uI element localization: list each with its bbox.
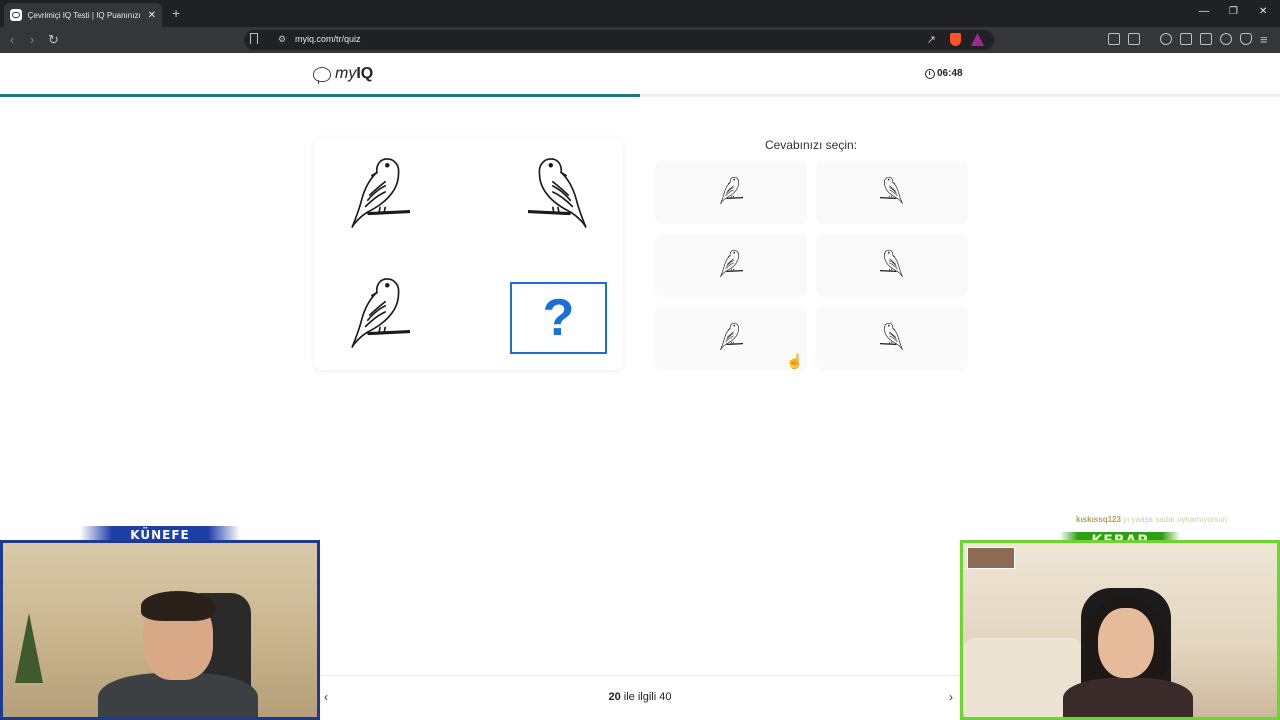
wallet-panel-icon[interactable] <box>1200 33 1212 45</box>
omnibox[interactable]: ⚙ myiq.com/tr/quiz ↗ <box>244 30 994 50</box>
sidebar-icon[interactable] <box>1180 33 1192 45</box>
new-tab-button[interactable]: + <box>172 5 180 21</box>
tab-close-icon[interactable]: ✕ <box>148 10 156 21</box>
browser-tab[interactable]: Çevrimiçi IQ Testi | IQ Puanınızı K ✕ <box>4 3 162 27</box>
answer-option-3[interactable] <box>655 234 807 297</box>
progress-bar <box>0 94 1280 97</box>
bird-facing-left-icon <box>526 155 590 234</box>
mini-webcam-thumbnail <box>967 547 1015 569</box>
next-question-button[interactable]: › <box>949 690 953 704</box>
answer-option-1[interactable] <box>655 161 807 224</box>
answer-option-5[interactable] <box>655 307 807 370</box>
question-pager: ‹ 20 ile ilgili 40 › <box>320 675 960 720</box>
streamer-body <box>1063 678 1193 717</box>
leo-ai-icon[interactable] <box>1220 33 1232 45</box>
streamer-face <box>1098 608 1154 678</box>
right-webcam <box>960 540 1280 720</box>
site-settings-icon[interactable]: ⚙ <box>278 34 286 45</box>
tab-title: Çevrimiçi IQ Testi | IQ Puanınızı K <box>27 10 142 20</box>
matrix-cell-3 <box>334 272 424 357</box>
forward-arrow-icon[interactable]: › <box>30 32 34 47</box>
extensions-icon[interactable] <box>1108 33 1120 45</box>
wallet-icon[interactable] <box>1128 33 1140 45</box>
streamer-hair <box>141 591 215 621</box>
share-icon[interactable]: ↗ <box>927 33 936 46</box>
chat-message: kıskıssq123 yı yaaşa sadaı oynamıyorsun <box>1076 515 1228 524</box>
answer-option-2[interactable] <box>816 161 968 224</box>
brave-shield-icon[interactable] <box>950 33 961 46</box>
progress-fill <box>0 94 640 97</box>
reload-icon[interactable]: ↻ <box>48 32 59 48</box>
bird-facing-right-icon <box>348 275 412 354</box>
answer-option-6[interactable] <box>816 307 968 370</box>
bird-icon <box>879 175 904 210</box>
missing-cell-question-mark: ? <box>510 282 607 354</box>
address-bar-row: ‹ › ↻ ⚙ myiq.com/tr/quiz ↗ ≡ <box>0 27 1280 53</box>
streamer-body <box>98 673 258 717</box>
bird-icon <box>719 175 744 210</box>
bookmark-icon[interactable] <box>250 33 258 44</box>
menu-icon[interactable]: ≡ <box>1260 32 1268 47</box>
question-counter: 20 ile ilgili 40 <box>608 691 672 703</box>
matrix-cell-1 <box>334 152 424 237</box>
myiq-favicon-icon <box>10 9 22 21</box>
url-text[interactable]: myiq.com/tr/quiz <box>295 34 361 44</box>
media-icon[interactable] <box>1160 33 1172 45</box>
back-arrow-icon[interactable]: ‹ <box>10 32 14 47</box>
browser-tab-bar: Çevrimiçi IQ Testi | IQ Puanınızı K ✕ + … <box>0 0 1280 27</box>
timer: 06:48 <box>925 68 963 79</box>
answer-prompt: Cevabınızı seçin: <box>764 138 858 152</box>
myiq-logo[interactable]: myIQ <box>313 65 374 84</box>
matrix-cell-2 <box>514 152 604 237</box>
puzzle-matrix: ? <box>314 137 623 370</box>
bird-icon <box>879 321 904 356</box>
hand-pointer-cursor-icon: ☝ <box>786 353 804 369</box>
stopwatch-icon <box>925 68 935 79</box>
vpn-shield-icon[interactable] <box>1240 33 1252 45</box>
bird-icon <box>879 248 904 283</box>
logo-text: myIQ <box>335 65 374 82</box>
christmas-tree <box>15 613 43 683</box>
bird-facing-right-icon <box>348 155 412 234</box>
brain-cloud-icon <box>313 66 331 84</box>
left-webcam <box>0 540 320 720</box>
timer-value: 06:48 <box>937 68 963 79</box>
close-window-button[interactable]: ✕ <box>1259 6 1267 17</box>
minimize-button[interactable]: — <box>1199 6 1209 17</box>
bird-icon <box>719 321 744 356</box>
answer-option-4[interactable] <box>816 234 968 297</box>
brave-rewards-icon[interactable] <box>971 33 984 46</box>
site-header: myIQ 06:48 <box>0 53 1280 96</box>
restore-button[interactable]: ❐ <box>1229 6 1238 17</box>
bird-icon <box>719 248 744 283</box>
